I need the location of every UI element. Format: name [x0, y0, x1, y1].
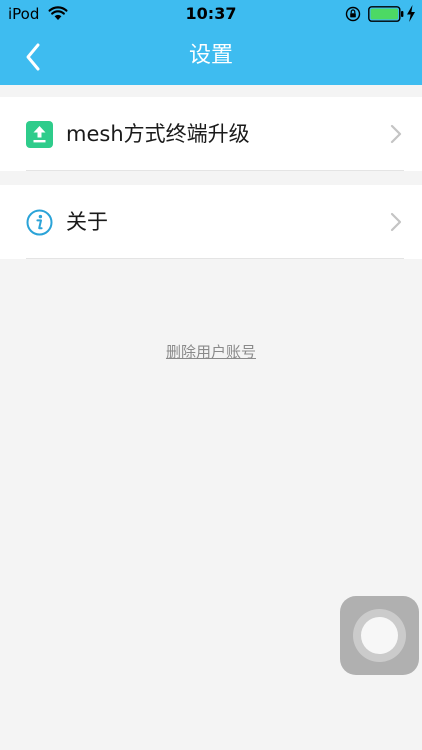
row-divider: [26, 258, 404, 259]
mesh-upgrade-row[interactable]: mesh方式终端升级: [0, 97, 422, 171]
charging-bolt-icon: [407, 5, 415, 22]
mesh-upgrade-label: mesh方式终端升级: [66, 122, 250, 146]
chevron-right-icon: [390, 124, 402, 144]
about-label: 关于: [66, 210, 108, 234]
info-icon: [26, 209, 53, 236]
chevron-right-icon: [390, 212, 402, 232]
delete-account-link[interactable]: 删除用户账号: [166, 343, 256, 361]
rotation-lock-icon: [345, 6, 361, 22]
assistive-touch-button[interactable]: [340, 596, 419, 675]
navigation-bar: iPod 10:37 设置: [0, 0, 422, 85]
upload-icon: [26, 121, 53, 148]
row-divider: [26, 170, 404, 171]
page-title: 设置: [188, 43, 233, 68]
battery-icon: [368, 6, 404, 22]
delete-account-area: 删除用户账号: [0, 341, 422, 362]
about-row[interactable]: 关于: [0, 185, 422, 259]
status-bar: iPod 10:37: [0, 0, 422, 28]
assistive-touch-dot: [361, 617, 398, 654]
